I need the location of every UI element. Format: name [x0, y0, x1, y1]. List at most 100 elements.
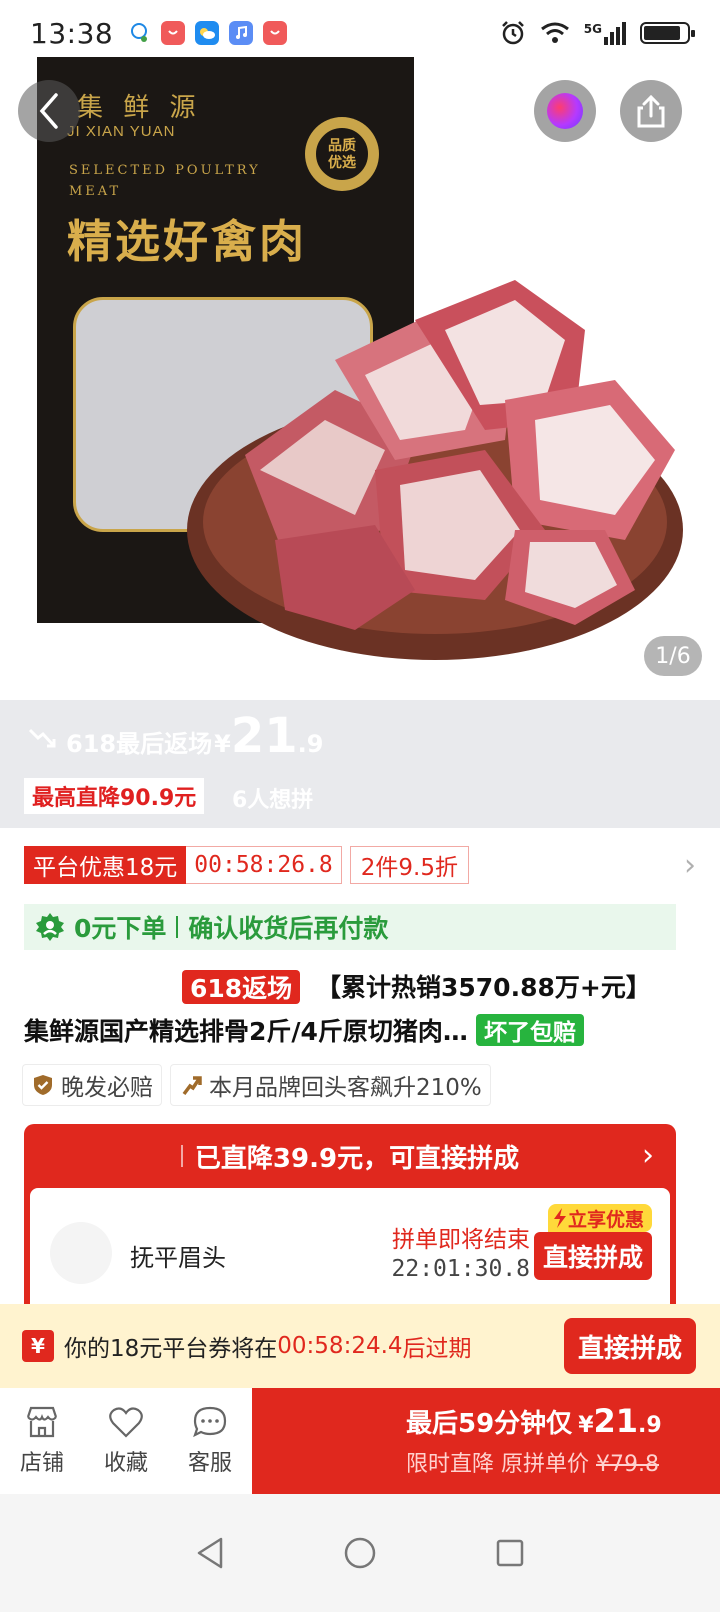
original-price: ¥79.8 — [596, 1452, 659, 1477]
chevron-left-icon — [39, 93, 58, 129]
nav-recents-icon[interactable] — [495, 1538, 525, 1568]
bottom-action-bar: 店铺 收藏 客服 最后59分钟仅 ¥ 21 .9 限时直降 原拼单价 ¥79.8 — [0, 1388, 720, 1494]
coupon-expire-banner: ¥ 你的18元平台券将在 00:58:24.4 后过期 直接拼成 — [0, 1304, 720, 1388]
buy-label: 最后59分钟仅 — [406, 1409, 573, 1439]
hot-sales-text: 【累计热销3570.88万+元】 — [316, 973, 651, 1002]
promo-price-row: 618最后返场 ¥ 21 .9 — [28, 712, 323, 760]
assistant-orb-icon — [547, 93, 583, 129]
price-decimal: .9 — [297, 730, 324, 758]
expire-time: 00:58:24.4 — [277, 1333, 403, 1359]
qq-icon — [127, 21, 151, 45]
pay-later-badge-icon — [36, 913, 64, 941]
chevron-right-icon: › — [684, 847, 696, 883]
pork-ribs-plate-image — [187, 280, 683, 660]
expire-text-after: 后过期 — [402, 1336, 472, 1362]
join-group-button[interactable]: 直接拼成 — [534, 1232, 652, 1280]
buy-price-integer: 21 — [593, 1402, 639, 1440]
app-red-icon — [263, 21, 288, 45]
package-brand-en: JI XIAN YUAN — [67, 123, 176, 140]
status-bar: 13:38 5G — [0, 0, 720, 66]
max-discount-tag: 最高直降90.9元 — [24, 778, 205, 814]
wants-count: 6人想拼 — [232, 788, 314, 813]
package-tagline-line2: MEAT — [69, 184, 122, 199]
pay-later-left-text: 0元下单 — [74, 914, 167, 943]
nav-home-icon[interactable] — [343, 1536, 377, 1570]
share-icon — [637, 94, 665, 128]
chevron-right-icon: › — [642, 1138, 654, 1173]
quality-seal-badge: 品质 优选 — [305, 117, 379, 191]
group-buy-card: 已直降39.9元，可直接拼成 › 抚平眉头 拼单即将结束 22:01:30.8 … — [24, 1124, 676, 1324]
package-tagline: SELECTED POULTRY MEAT — [69, 160, 261, 202]
back-button[interactable] — [18, 80, 80, 142]
buy-original-line: 限时直降 原拼单价 ¥79.8 — [406, 1446, 720, 1478]
assistant-button[interactable] — [534, 80, 596, 142]
favorite-button[interactable]: 收藏 — [84, 1388, 168, 1494]
package-headline: 精选好禽肉 — [67, 215, 308, 268]
buy-original-prefix: 限时直降 原拼单价 — [406, 1452, 589, 1477]
price-integer: 21 — [230, 708, 298, 764]
buy-price-decimal: .9 — [638, 1413, 662, 1438]
coupon-icon: ¥ — [22, 1330, 54, 1362]
lightning-icon — [553, 1208, 566, 1228]
service-tag-late-shipping[interactable]: 晚发必赔 — [22, 1064, 162, 1106]
alarm-icon — [501, 21, 524, 45]
pay-later-right-text: 确认收货后再付款 — [188, 914, 389, 943]
group-buy-header[interactable]: 已直降39.9元，可直接拼成 › — [24, 1124, 676, 1188]
gallery-page-indicator: 1/6 — [644, 636, 702, 676]
package-brand-cn: 集 鲜 源 — [77, 93, 202, 123]
coupon-timer: 00:58:26.8 — [186, 846, 342, 884]
pay-later-divider — [176, 916, 179, 938]
service-tag-returning-customers[interactable]: 本月品牌回头客飙升210% — [170, 1064, 491, 1106]
badge-line1: 品质 — [328, 138, 356, 154]
wifi-icon — [540, 22, 569, 43]
product-title: 集鲜源国产精选排骨2斤/4斤原切猪肉… — [24, 1017, 468, 1046]
broken-compensation-tag: 坏了包赔 — [475, 1014, 584, 1046]
instant-discount-text: 立享优惠 — [567, 1208, 644, 1231]
nav-back-icon[interactable] — [195, 1536, 225, 1570]
service-label: 客服 — [187, 1451, 232, 1476]
customer-service-button[interactable]: 客服 — [168, 1388, 252, 1494]
status-time: 13:38 — [30, 16, 114, 50]
music-icon — [229, 21, 254, 45]
price-drop-icon — [28, 728, 56, 748]
platform-coupon-tag: 平台优惠18元 — [24, 846, 187, 884]
buy-now-button[interactable]: 最后59分钟仅 ¥ 21 .9 限时直降 原拼单价 ¥79.8 — [252, 1388, 720, 1494]
group-user-name: 抚平眉头 — [130, 1244, 226, 1272]
group-countdown: 22:01:30.8 — [391, 1256, 530, 1282]
coupon-row[interactable]: 平台优惠18元 00:58:26.8 2件9.5折 › — [24, 846, 696, 884]
title-promo-line: 618返场 【累计热销3570.88万+元】 — [0, 966, 720, 1006]
battery-icon — [640, 22, 695, 44]
price-currency: ¥ — [214, 730, 231, 758]
tag-618-return: 618返场 — [182, 970, 301, 1004]
product-gallery[interactable]: 集 鲜 源 JI XIAN YUAN SELECTED POULTRY MEAT… — [0, 0, 720, 700]
instant-discount-badge: 立享优惠 — [547, 1204, 652, 1232]
service-tags: 晚发必赔 本月品牌回头客飙升210% — [22, 1064, 491, 1106]
shop-label: 店铺 — [19, 1451, 64, 1476]
price-band: 618最后返场 ¥ 21 .9 最高直降90.9元 6人想拼 — [0, 700, 720, 828]
buy-price-line: 最后59分钟仅 ¥ 21 .9 — [406, 1402, 720, 1440]
shop-button[interactable]: 店铺 — [0, 1388, 84, 1494]
weather-icon — [195, 21, 220, 45]
service-label: 晚发必赔 — [61, 1075, 153, 1101]
share-button[interactable] — [620, 80, 682, 142]
shield-check-icon — [34, 1075, 52, 1095]
product-title-line: 集鲜源国产精选排骨2斤/4斤原切猪肉… 坏了包赔 — [24, 1010, 696, 1050]
expire-join-button[interactable]: 直接拼成 — [564, 1318, 696, 1374]
system-navigation-bar — [0, 1494, 720, 1612]
expire-text-before: 你的18元平台券将在 — [64, 1336, 278, 1362]
badge-line2: 优选 — [328, 155, 356, 171]
promo-label: 618最后返场 — [66, 730, 213, 758]
package-tagline-line1: SELECTED POULTRY — [69, 163, 261, 178]
status-app-icons — [127, 21, 288, 45]
favorite-label: 收藏 — [103, 1451, 148, 1476]
group-ending-label: 拼单即将结束 — [392, 1227, 530, 1253]
avatar — [50, 1222, 112, 1284]
pay-later-bar[interactable]: 0元下单 确认收货后再付款 — [24, 904, 676, 950]
service-label: 本月品牌回头客飙升210% — [209, 1075, 482, 1101]
buy-currency: ¥ — [578, 1413, 594, 1438]
network-type: 5G — [583, 21, 602, 36]
status-system-icons: 5G — [500, 20, 695, 46]
shop-icon — [26, 1406, 58, 1438]
group-buy-header-text: 已直降39.9元，可直接拼成 — [194, 1143, 520, 1174]
header-divider — [180, 1145, 183, 1167]
